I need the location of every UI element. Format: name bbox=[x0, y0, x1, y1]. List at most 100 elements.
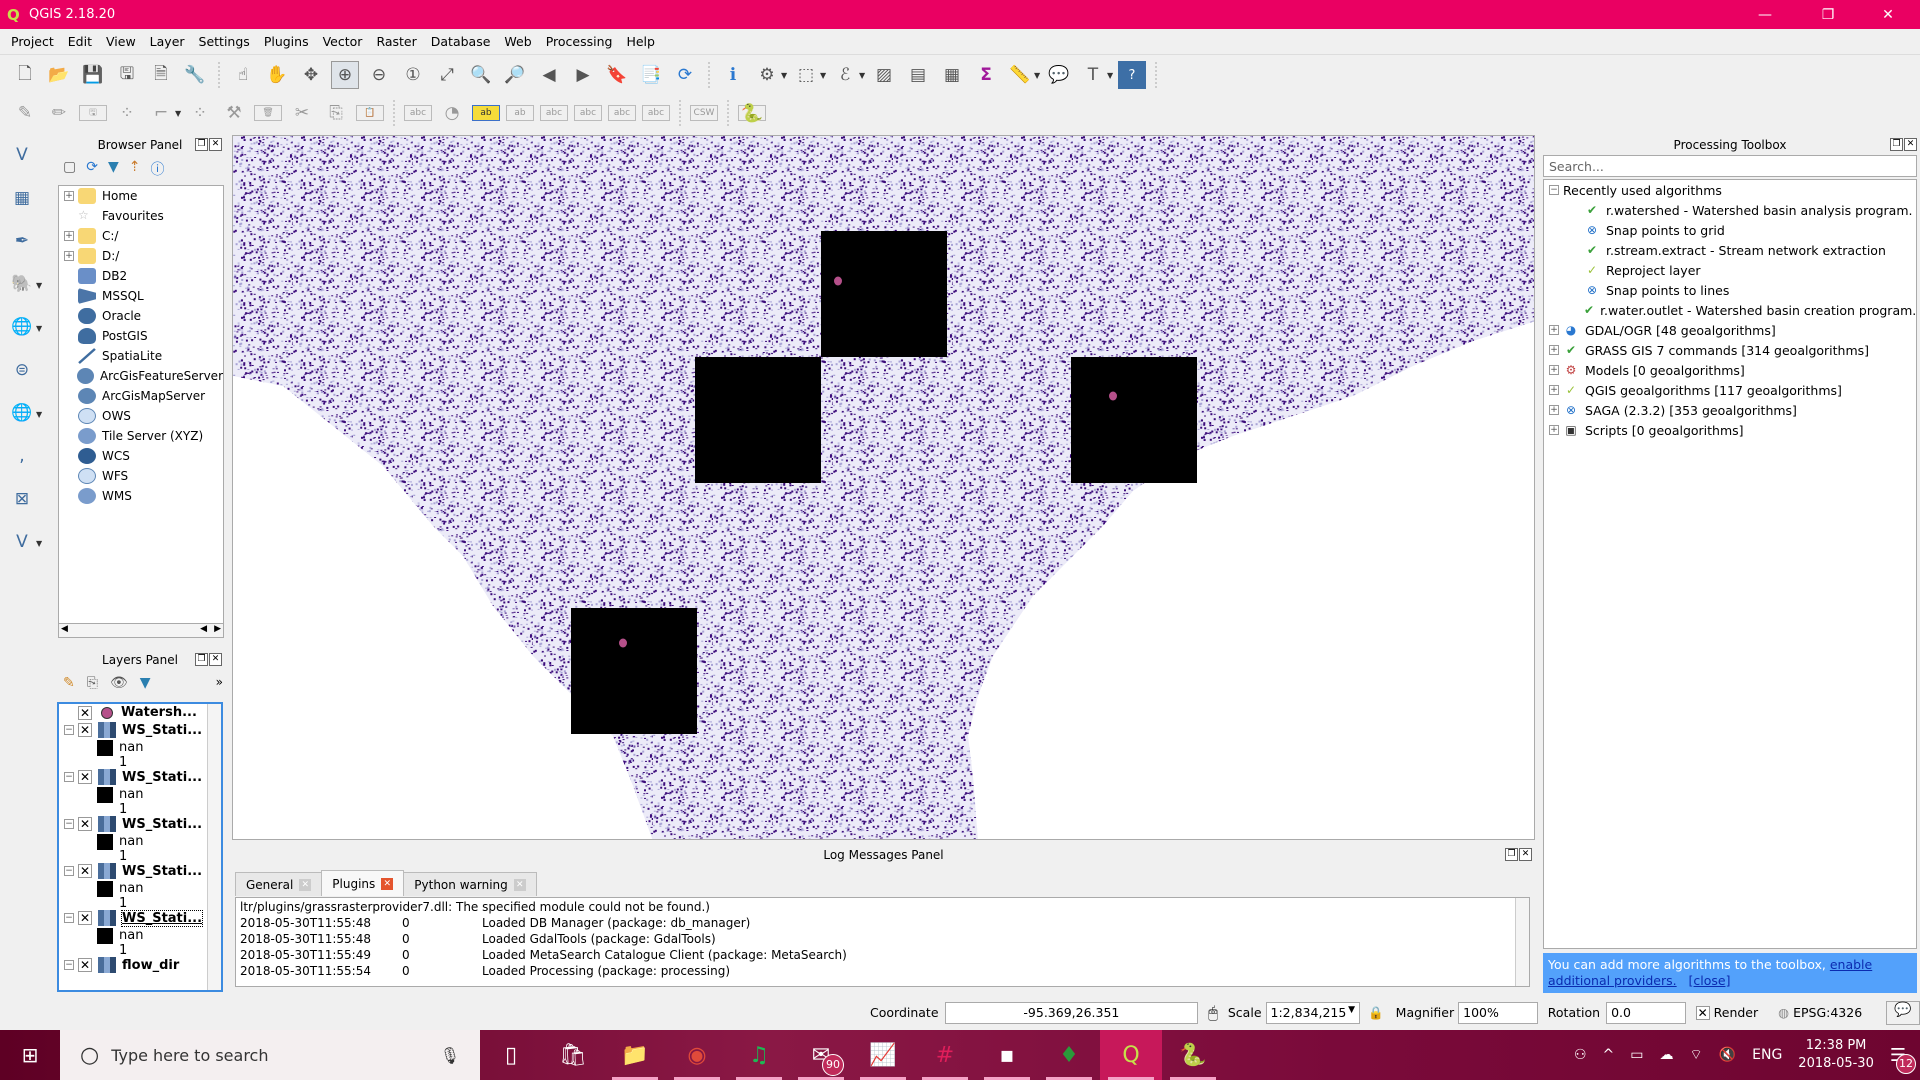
tab-plugins[interactable]: Plugins ✕ bbox=[321, 870, 405, 896]
crs-icon[interactable]: ◍ bbox=[1778, 1005, 1789, 1020]
add-wcs-layer-icon[interactable]: ⊜ bbox=[8, 356, 36, 384]
battery-icon[interactable]: ▭ bbox=[1630, 1047, 1643, 1063]
browser-item-wfs[interactable]: WFS bbox=[59, 466, 223, 486]
add-spatialite-layer-icon[interactable]: ✒ bbox=[8, 227, 36, 255]
collapse-icon[interactable]: − bbox=[1549, 185, 1559, 195]
menu-settings[interactable]: Settings bbox=[192, 34, 257, 49]
tab-python-warning[interactable]: Python warning ✕ bbox=[403, 872, 537, 896]
filter-legend-icon[interactable]: ▼ bbox=[140, 675, 151, 691]
float-icon[interactable]: ❐ bbox=[195, 138, 208, 151]
zoom-next-icon[interactable]: ▶ bbox=[569, 61, 597, 89]
taskbar-file-explorer[interactable]: 📁 bbox=[604, 1030, 666, 1080]
menu-edit[interactable]: Edit bbox=[61, 34, 99, 49]
add-delimited-text-icon[interactable]: , bbox=[8, 442, 36, 470]
algorithm-item[interactable]: ✓ Reproject layer bbox=[1544, 260, 1916, 280]
browser-item-spatialite[interactable]: SpatiaLite bbox=[59, 346, 223, 366]
taskbar-qgis[interactable]: Q bbox=[1100, 1030, 1162, 1080]
current-edits-icon[interactable]: ✎ bbox=[11, 99, 39, 127]
recent-algorithms-group[interactable]: − Recently used algorithms bbox=[1544, 180, 1916, 200]
expand-icon[interactable]: + bbox=[64, 231, 74, 241]
menu-layer[interactable]: Layer bbox=[143, 34, 192, 49]
menu-help[interactable]: Help bbox=[619, 34, 662, 49]
save-as-icon[interactable]: 🖫 bbox=[113, 61, 141, 89]
volume-muted-icon[interactable]: 🔇 bbox=[1719, 1047, 1736, 1063]
highlight-pinned-icon[interactable]: ab bbox=[506, 105, 534, 121]
layer-item[interactable]: ✕ Watersh... bbox=[59, 704, 221, 722]
float-icon[interactable]: ❐ bbox=[1890, 138, 1903, 151]
wifi-icon[interactable]: ⌔ bbox=[1690, 1046, 1703, 1064]
layer-visibility-checkbox[interactable]: ✕ bbox=[78, 911, 92, 926]
rotation-spinbox[interactable]: 0.0 bbox=[1606, 1001, 1686, 1024]
show-bookmarks-icon[interactable]: 📑 bbox=[637, 61, 665, 89]
minimize-button[interactable]: — bbox=[1742, 0, 1788, 29]
layer-visibility-checkbox[interactable]: ✕ bbox=[78, 705, 92, 720]
dropdown-arrow-icon[interactable]: ▼ bbox=[36, 281, 44, 290]
vertex-tool-icon[interactable]: ⚒ bbox=[220, 99, 248, 127]
expand-icon[interactable]: + bbox=[1549, 365, 1559, 375]
start-button[interactable]: ⊞ bbox=[0, 1030, 60, 1080]
expand-icon[interactable]: + bbox=[1549, 345, 1559, 355]
log-scrollbar[interactable] bbox=[1515, 898, 1529, 986]
render-checkbox[interactable]: ✕ bbox=[1695, 1005, 1710, 1020]
taskbar-monitor[interactable]: 📈 bbox=[852, 1030, 914, 1080]
new-print-composer-icon[interactable]: 🗎 bbox=[147, 61, 175, 89]
help-icon[interactable]: ? bbox=[1118, 61, 1146, 89]
csw-icon[interactable]: CSW bbox=[690, 105, 718, 121]
collapse-icon[interactable]: − bbox=[64, 819, 74, 830]
taskbar-chrome[interactable]: ◉ bbox=[666, 1030, 728, 1080]
collapse-icon[interactable]: − bbox=[64, 913, 74, 924]
float-icon[interactable]: ❐ bbox=[1505, 848, 1518, 861]
browser-tree[interactable]: + Home ☆ Favourites + C:/ + D:/ DB2 MSSQL Oracle Po… bbox=[58, 185, 224, 625]
action-center-button[interactable]: ☰ 12 bbox=[1890, 1045, 1916, 1074]
close-icon[interactable]: ✕ bbox=[1519, 848, 1532, 861]
map-canvas[interactable] bbox=[232, 135, 1535, 840]
add-selected-layers-icon[interactable]: ▢ bbox=[63, 159, 76, 179]
layer-name[interactable]: WS_Stati... bbox=[122, 723, 202, 738]
log-text[interactable]: ltr/plugins/grassrasterprovider7.dll: Th… bbox=[235, 897, 1530, 987]
provider-group[interactable]: + ◕ GDAL/OGR [48 geoalgorithms] bbox=[1544, 320, 1916, 340]
layer-item[interactable]: − ✕ WS_Stati... bbox=[59, 909, 221, 928]
new-project-icon[interactable]: 🗋 bbox=[11, 61, 39, 89]
dropdown-arrow-icon[interactable]: ▼ bbox=[1034, 71, 1042, 80]
dropdown-arrow-icon[interactable]: ▼ bbox=[175, 109, 183, 118]
layer-name[interactable]: WS_Stati... bbox=[122, 817, 202, 832]
pin-labels-icon[interactable]: ab bbox=[472, 105, 500, 121]
layer-name[interactable]: WS_Stati... bbox=[122, 770, 202, 785]
statistical-summary-icon[interactable]: Σ bbox=[972, 61, 1000, 89]
collapse-icon[interactable]: − bbox=[64, 725, 74, 736]
filter-icon[interactable]: ▼ bbox=[108, 159, 119, 179]
show-hide-labels-icon[interactable]: abc bbox=[540, 105, 568, 121]
close-icon[interactable]: ✕ bbox=[209, 653, 222, 666]
collapse-icon[interactable]: − bbox=[64, 866, 74, 877]
refresh-icon[interactable]: ⟳ bbox=[86, 159, 98, 179]
collapse-icon[interactable]: − bbox=[64, 772, 74, 783]
select-features-icon[interactable]: ⬚ bbox=[792, 61, 820, 89]
zoom-last-icon[interactable]: ◀ bbox=[535, 61, 563, 89]
people-icon[interactable]: ⚇ bbox=[1574, 1047, 1587, 1063]
add-wms-layer-icon[interactable]: 🌐 bbox=[8, 313, 36, 341]
paste-features-icon[interactable]: 📋 bbox=[356, 105, 384, 121]
map-tips-icon[interactable]: 💬 bbox=[1045, 61, 1073, 89]
zoom-in-icon[interactable]: ⊕ bbox=[331, 61, 359, 89]
browser-item-mssql[interactable]: MSSQL bbox=[59, 286, 223, 306]
layer-name[interactable]: WS_Stati... bbox=[120, 909, 204, 927]
move-feature-icon[interactable]: ⁘ bbox=[186, 99, 214, 127]
pan-icon[interactable]: ✋ bbox=[263, 61, 291, 89]
close-tab-icon[interactable]: ✕ bbox=[299, 878, 312, 891]
provider-group[interactable]: + ✔ GRASS GIS 7 commands [314 geoalgorithm… bbox=[1544, 340, 1916, 360]
menu-raster[interactable]: Raster bbox=[369, 34, 423, 49]
run-feature-action-icon[interactable]: ⚙ bbox=[753, 61, 781, 89]
select-by-expression-icon[interactable]: ℰ bbox=[831, 61, 859, 89]
change-label-icon[interactable]: abc bbox=[642, 105, 670, 121]
browser-item-favourites[interactable]: ☆ Favourites bbox=[59, 206, 223, 226]
close-icon[interactable]: ✕ bbox=[209, 138, 222, 151]
algorithm-item[interactable]: ✔ r.watershed - Watershed basin analysis … bbox=[1544, 200, 1916, 220]
expand-icon[interactable]: + bbox=[1549, 385, 1559, 395]
more-icon[interactable]: » bbox=[216, 675, 223, 691]
menu-plugins[interactable]: Plugins bbox=[257, 34, 316, 49]
toggle-extents-icon[interactable]: 🖱 bbox=[1208, 1003, 1218, 1023]
layer-name[interactable]: WS_Stati... bbox=[122, 864, 202, 879]
scroll-right-icon[interactable]: ▶ bbox=[214, 624, 221, 634]
layer-name[interactable]: flow_dir bbox=[122, 958, 179, 973]
delete-selected-icon[interactable]: 🗑 bbox=[254, 105, 282, 121]
